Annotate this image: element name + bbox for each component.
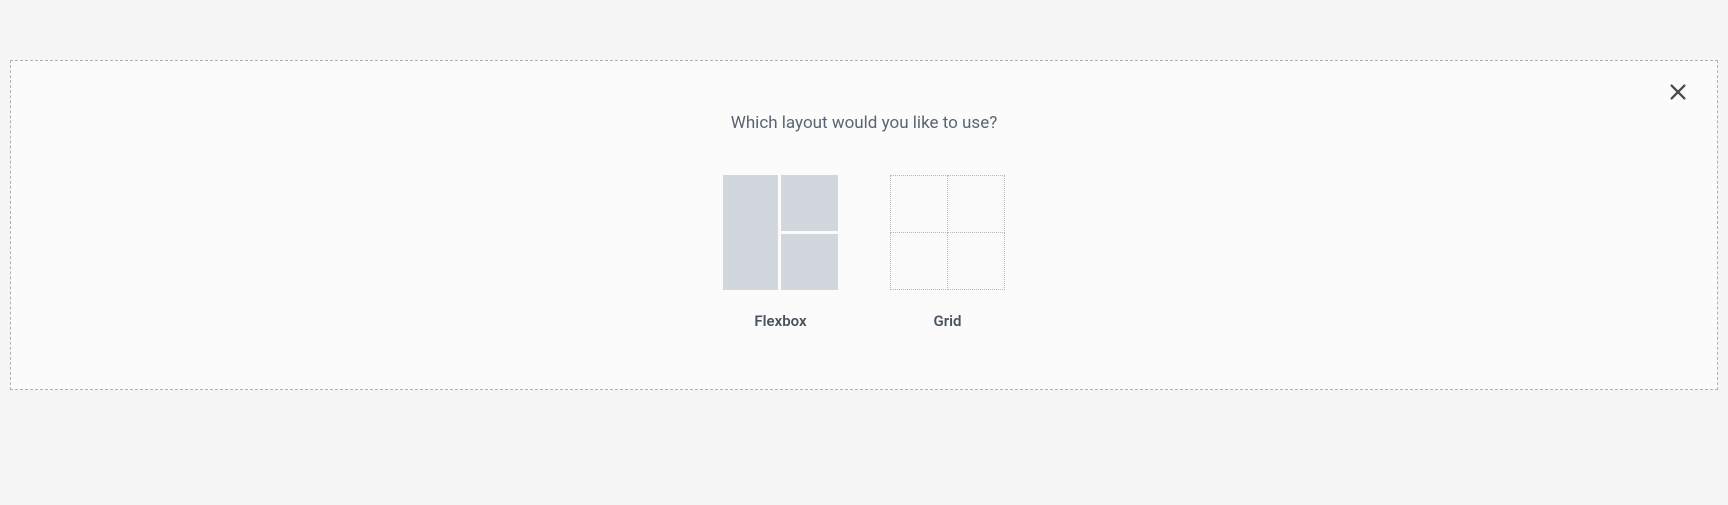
grid-label: Grid — [934, 312, 962, 330]
layout-options: Flexbox Grid — [11, 175, 1717, 330]
flexbox-label: Flexbox — [754, 312, 806, 330]
grid-icon — [890, 175, 1005, 290]
layout-chooser-panel: Which layout would you like to use? Flex… — [10, 60, 1718, 390]
close-button[interactable] — [1667, 81, 1689, 107]
grid-option[interactable]: Grid — [890, 175, 1005, 330]
close-icon — [1667, 81, 1689, 107]
flexbox-option[interactable]: Flexbox — [723, 175, 838, 330]
prompt-text: Which layout would you like to use? — [11, 113, 1717, 133]
flexbox-icon — [723, 175, 838, 290]
